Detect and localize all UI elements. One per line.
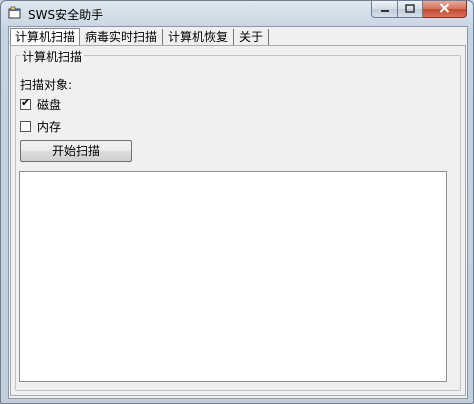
caption-buttons: [371, 1, 467, 19]
close-button[interactable]: [423, 1, 467, 18]
disk-checkbox[interactable]: ✔: [20, 95, 31, 110]
minimize-button[interactable]: [371, 1, 397, 18]
memory-checkbox[interactable]: [20, 120, 31, 132]
tab-computer-scan[interactable]: 计算机扫描: [10, 28, 81, 46]
title-bar[interactable]: SWS安全助手: [1, 1, 473, 25]
tab-panel: 计算机扫描 扫描对象: ✔ 磁盘 内存 开始扫描: [10, 45, 466, 396]
disk-label: 磁盘: [37, 97, 62, 112]
disk-option[interactable]: ✔ 磁盘: [20, 95, 62, 112]
close-icon: [439, 2, 450, 16]
start-scan-button[interactable]: 开始扫描: [20, 140, 132, 162]
group-title: 计算机扫描: [20, 48, 85, 65]
maximize-icon: [405, 2, 415, 16]
client-area: 计算机扫描 病毒实时扫描 计算机恢复 关于 计算机扫描 扫描对象: ✔ 磁盘 内…: [8, 26, 468, 399]
minimize-icon: [380, 2, 390, 16]
scan-group: 计算机扫描 扫描对象: ✔ 磁盘 内存 开始扫描: [15, 48, 461, 391]
app-window-icon: [8, 6, 22, 20]
tab-computer-restore[interactable]: 计算机恢复: [163, 29, 235, 45]
tab-about[interactable]: 关于: [234, 29, 270, 45]
memory-label: 内存: [37, 119, 62, 134]
scan-result-textbox[interactable]: [19, 171, 447, 382]
scan-target-label: 扫描对象:: [20, 78, 73, 92]
window-title: SWS安全助手: [28, 8, 104, 22]
memory-option[interactable]: 内存: [20, 119, 62, 134]
tab-strip: 计算机扫描 病毒实时扫描 计算机恢复 关于: [10, 28, 270, 46]
maximize-button[interactable]: [397, 1, 423, 18]
tab-realtime-virus-scan[interactable]: 病毒实时扫描: [80, 29, 164, 45]
app-window: SWS安全助手 计算机扫描 病毒实时扫描 计算机恢复 关于 计算机扫描 扫描对象…: [0, 0, 474, 404]
checkmark-icon: ✔: [21, 95, 31, 109]
